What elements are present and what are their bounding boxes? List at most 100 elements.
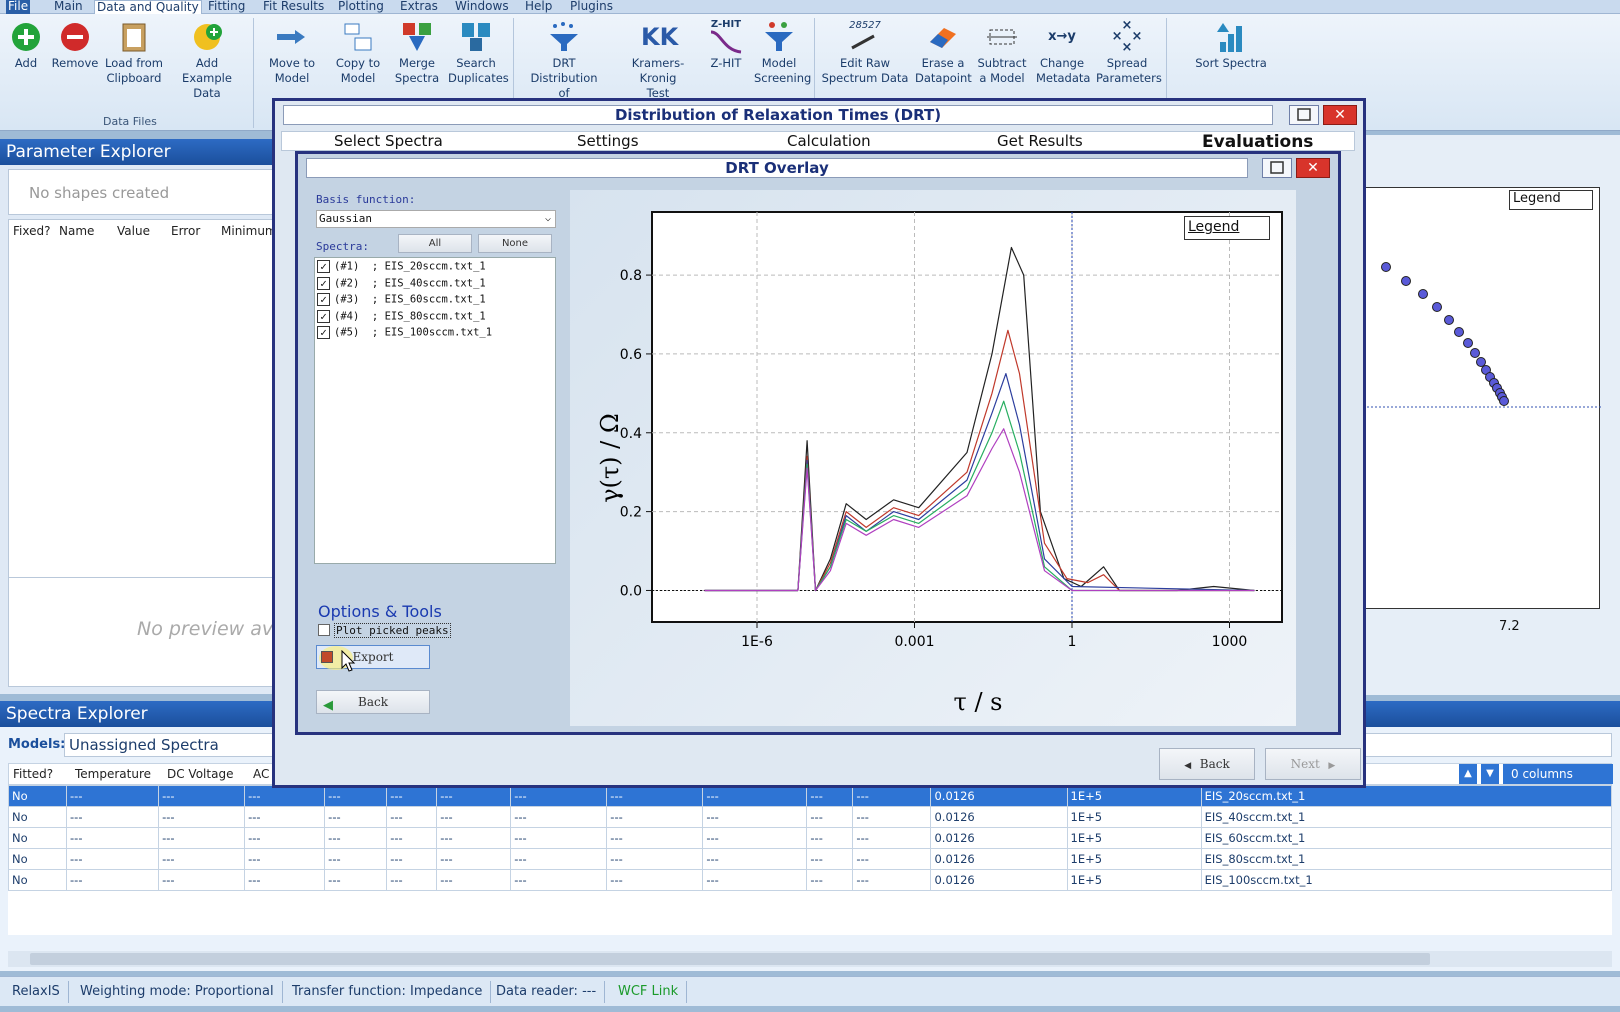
copy-label2: Model — [340, 71, 376, 85]
search-duplicates-button[interactable]: Search Duplicates — [448, 14, 509, 86]
no-shapes-text: No shapes created — [29, 184, 170, 202]
sort-down-button[interactable]: ▼ — [1481, 764, 1499, 784]
select-all-button[interactable]: All — [398, 234, 472, 253]
overlay-back-button[interactable]: ◀ Back — [316, 690, 430, 714]
columns-hidden-label[interactable]: 0 columns hidden. — [1503, 764, 1613, 801]
spectrum-checkbox[interactable]: ✓ — [317, 260, 330, 273]
parameter-grid[interactable]: Fixed? Name Value Error Minimum — [8, 219, 278, 639]
menu-data-and-quality[interactable]: Data and Quality — [94, 0, 202, 14]
table-row[interactable]: No --- --- --- --- --- --- --- --- --- --- --- 0.012… — [7, 827, 1613, 849]
add-example-label1: Add — [195, 56, 219, 70]
add-example-data-button[interactable]: Add Example Data — [170, 14, 244, 101]
close-button[interactable]: ✕ — [1323, 105, 1357, 125]
spectrum-checkbox[interactable]: ✓ — [317, 309, 330, 323]
change-label1: Change — [1039, 56, 1085, 70]
table-row[interactable]: No --- --- --- --- --- --- --- --- --- --- --- 0.012… — [7, 785, 1613, 807]
table-cell: No — [7, 827, 68, 849]
erase-datapoint-button[interactable]: Erase a Datapoint — [915, 14, 972, 86]
drt-chart[interactable]: γ(τ) / Ω τ / s 1E-6 0.001 1 10000.00.20.40.… — [570, 190, 1296, 726]
model-screening-button[interactable]: Model Screening — [754, 14, 811, 86]
subtract-label1: Subtract — [977, 56, 1027, 70]
copy-to-model-button[interactable]: Copy to Model — [330, 14, 386, 86]
basis-function-select[interactable]: Gaussian ⌵ — [316, 210, 556, 228]
basis-function-label: Basis function: — [316, 193, 416, 206]
menu-windows[interactable]: Windows — [453, 0, 511, 14]
drt-back-button[interactable]: ◀ Back — [1159, 748, 1255, 780]
background-scatter — [1339, 262, 1601, 408]
tab-select-spectra[interactable]: Select Spectra — [334, 132, 443, 150]
add-button[interactable]: Add — [6, 14, 46, 71]
subtract-model-button[interactable]: Subtract a Model — [974, 14, 1030, 86]
col-dc-voltage[interactable]: DC Voltage — [167, 767, 233, 781]
export-button[interactable]: Export — [316, 645, 430, 672]
status-wcf-link[interactable]: WCF Link — [610, 981, 688, 1003]
models-label: Models: — [8, 737, 66, 752]
menu-help[interactable]: Help — [523, 0, 554, 14]
background-legend[interactable]: Legend — [1509, 190, 1593, 210]
menu-file[interactable]: File — [6, 0, 31, 14]
background-plot-area: Legend 7.2 — [1338, 135, 1620, 695]
z-hit-button[interactable]: Z-HIT Z-HIT — [704, 14, 748, 71]
menu-plotting[interactable]: Plotting — [336, 0, 386, 14]
overlay-maximize-button[interactable] — [1262, 158, 1292, 178]
spectrum-list-item[interactable]: ✓ (#5) ; EIS_100sccm.txt_1 — [317, 326, 492, 342]
move-to-model-button[interactable]: Move to Model — [264, 14, 320, 86]
load-clipboard-button[interactable]: Load from Clipboard — [104, 14, 164, 86]
drt-button[interactable]: DRT Distribution of — [524, 14, 604, 101]
preview-box: No preview av — [8, 577, 278, 687]
chart-legend[interactable]: Legend — [1184, 216, 1270, 240]
spread-parameters-button[interactable]: × × × × Spread Parameters — [1096, 14, 1162, 86]
chevron-down-icon: ⌵ — [544, 213, 551, 224]
spread-icon: × × × × — [1111, 18, 1143, 55]
menu-extras[interactable]: Extras — [398, 0, 440, 14]
table-row[interactable]: No --- --- --- --- --- --- --- --- --- --- --- 0.012… — [7, 848, 1613, 870]
table-row[interactable]: No --- --- --- --- --- --- --- --- --- --- --- 0.012… — [7, 806, 1613, 828]
drt-next-button[interactable]: Next ▶ — [1265, 748, 1361, 780]
sort-up-button[interactable]: ▲ — [1459, 764, 1477, 784]
spread-label1: Spread — [1106, 56, 1148, 70]
table-cell: EIS_60sccm.txt_1 — [1200, 827, 1613, 849]
tab-get-results[interactable]: Get Results — [997, 132, 1083, 150]
col-fitted[interactable]: Fitted? — [13, 767, 53, 781]
drt-overlay-dialog: DRT Overlay ✕ Basis function: Gaussian ⌵… — [295, 151, 1341, 735]
table-cell: --- — [324, 827, 388, 849]
table-cell: --- — [606, 785, 704, 807]
menu-main[interactable]: Main — [52, 0, 85, 14]
select-none-button[interactable]: None — [478, 234, 552, 253]
spectrum-checkbox[interactable]: ✓ — [317, 293, 330, 306]
spectrum-checkbox[interactable]: ✓ — [317, 276, 330, 290]
tab-settings[interactable]: Settings — [577, 132, 639, 150]
table-cell: 1E+5 — [1066, 785, 1202, 807]
horizontal-scrollbar[interactable] — [8, 951, 1612, 967]
spectrum-list-item[interactable]: ✓ (#1) ; EIS_20sccm.txt_1 — [317, 260, 486, 276]
spectrum-list-item[interactable]: ✓ (#4) ; EIS_80sccm.txt_1 — [317, 309, 486, 326]
eraser-icon — [926, 20, 960, 54]
tab-evaluations[interactable]: Evaluations — [1202, 132, 1313, 152]
spectrum-checkbox[interactable]: ✓ — [317, 326, 330, 339]
menu-fitting[interactable]: Fitting — [206, 0, 247, 14]
maximize-button[interactable] — [1289, 105, 1319, 125]
table-cell: --- — [66, 869, 160, 891]
plot-picked-peaks-checkbox[interactable] — [318, 624, 330, 636]
col-ac[interactable]: AC — [253, 767, 269, 781]
col-temperature[interactable]: Temperature — [75, 767, 151, 781]
erase-label1: Erase a — [921, 56, 965, 70]
scrollbar-thumb[interactable] — [30, 953, 1430, 965]
menu-fit-results[interactable]: Fit Results — [261, 0, 326, 14]
change-metadata-button[interactable]: x→y Change Metadata — [1036, 14, 1090, 86]
tab-calculation[interactable]: Calculation — [787, 132, 871, 150]
merge-spectra-button[interactable]: Merge Spectra — [392, 14, 442, 86]
table-cell: --- — [806, 848, 854, 870]
edit-raw-data-button[interactable]: 28527 Edit Raw Spectrum Data — [820, 14, 910, 86]
kramers-kronig-button[interactable]: KK Kramers-Kronig Test — [615, 14, 701, 101]
table-cell: 0.0126 — [930, 785, 1068, 807]
y-tick-label: 0.8 — [620, 268, 642, 284]
overlay-close-button[interactable]: ✕ — [1296, 158, 1330, 178]
remove-button[interactable]: Remove — [50, 14, 100, 71]
menu-plugins[interactable]: Plugins — [568, 0, 615, 14]
spectrum-list-item[interactable]: ✓ (#3) ; EIS_60sccm.txt_1 — [317, 293, 486, 309]
sort-spectra-button[interactable]: Sort Spectra — [1194, 14, 1268, 71]
table-cell: No — [7, 869, 68, 891]
table-row[interactable]: No --- --- --- --- --- --- --- --- --- --- --- 0.012… — [7, 869, 1613, 891]
spectrum-list-item[interactable]: ✓ (#2) ; EIS_40sccm.txt_1 — [317, 276, 486, 293]
